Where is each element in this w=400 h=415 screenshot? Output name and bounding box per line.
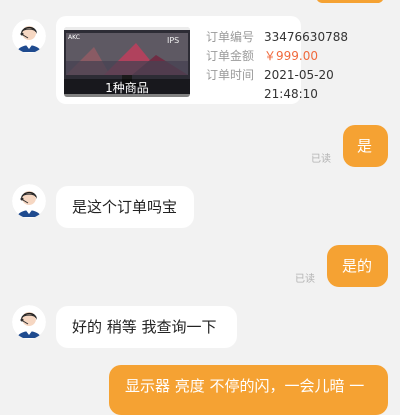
customer-service-avatar-icon [12, 305, 46, 339]
order-amount-value: ￥999.00 [264, 49, 318, 63]
agent-message-text: 好的 稍等 我查询一下 [72, 318, 217, 336]
order-field-labels: 订单编号 订单金额 订单时间 [206, 28, 254, 85]
user-message-bubble[interactable]: 显示器 亮度 不停的闪，一会儿暗 一 [109, 365, 388, 415]
read-status: 已读 [295, 274, 315, 285]
read-status: 已读 [311, 154, 331, 165]
customer-service-avatar-icon [12, 184, 46, 218]
user-message-bubble[interactable]: 是 [343, 125, 388, 167]
customer-service-avatar-icon[interactable] [12, 305, 46, 339]
customer-service-avatar-icon[interactable] [12, 184, 46, 218]
product-thumbnail[interactable]: AKC IPS 1种商品 [64, 27, 190, 97]
order-time-label: 订单时间 [206, 68, 255, 82]
agent-message-bubble[interactable]: 好的 稍等 我查询一下 [56, 306, 237, 348]
user-message-text: 是的 [342, 257, 373, 275]
order-number-label: 订单编号 [206, 30, 255, 44]
order-card[interactable]: AKC IPS 1种商品 订单编号 订单金额 订单时间 33476630788 … [56, 16, 348, 104]
order-time-value: 21:48:10 [264, 87, 318, 101]
customer-service-avatar-icon[interactable] [12, 19, 46, 53]
order-number-value: 33476630788 [264, 30, 348, 44]
user-message-text: 显示器 亮度 不停的闪，一会儿暗 一 [125, 377, 365, 395]
thumbnail-panel-badge: IPS [167, 36, 179, 45]
agent-message-bubble[interactable]: 是这个订单吗宝 [56, 186, 194, 228]
agent-message-text: 是这个订单吗宝 [72, 198, 178, 216]
user-message-text: 是 [357, 137, 373, 155]
customer-service-avatar-icon [12, 19, 46, 53]
order-date-value: 2021-05-20 [264, 68, 334, 82]
order-amount-label: 订单金额 [206, 49, 255, 63]
user-message-bubble[interactable]: 是的 [327, 245, 388, 287]
order-field-values: 33476630788 ￥999.00 2021-05-20 21:48:10 [264, 28, 348, 104]
previous-user-message-edge [316, 0, 384, 3]
thumbnail-caption: 1种商品 [64, 79, 190, 97]
thumbnail-brand-mark: AKC [68, 34, 80, 41]
